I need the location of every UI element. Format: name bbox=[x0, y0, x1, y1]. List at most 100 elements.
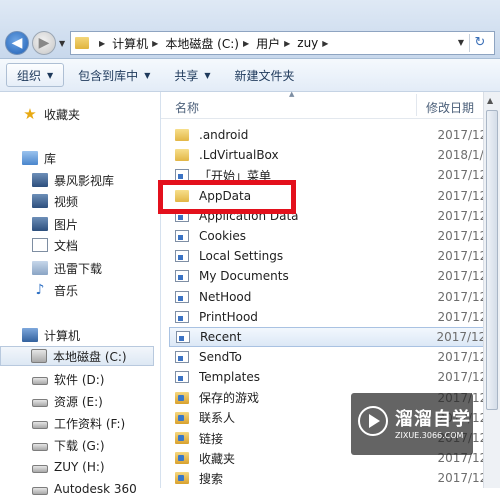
computer-icon bbox=[22, 328, 38, 342]
scrollbar-thumb[interactable] bbox=[486, 110, 498, 410]
file-row[interactable]: SendTo 2017/12/1 bbox=[169, 347, 499, 367]
forward-arrow-icon: ▶ bbox=[38, 35, 50, 51]
nav-label: 视频 bbox=[54, 194, 79, 209]
play-logo-icon bbox=[358, 406, 388, 436]
vertical-scrollbar[interactable]: ▲ bbox=[483, 92, 500, 488]
nav-label: 迅雷下载 bbox=[54, 261, 103, 276]
file-row[interactable]: .android 2017/12/1 bbox=[169, 125, 499, 145]
file-row[interactable]: Templates 2017/12/1 bbox=[169, 367, 499, 387]
shortcut-folder-icon bbox=[175, 250, 189, 263]
file-name: .android bbox=[199, 128, 249, 142]
nav-label: 音乐 bbox=[54, 283, 79, 298]
nav-libraries[interactable]: 库 bbox=[0, 148, 182, 168]
file-name: .LdVirtualBox bbox=[199, 148, 279, 163]
star-icon: ★ bbox=[23, 105, 37, 123]
new-folder-button[interactable]: 新建文件夹 bbox=[225, 63, 305, 87]
chevron-down-icon: ▼ bbox=[204, 70, 211, 80]
shortcut-folder-icon bbox=[175, 351, 189, 364]
contacts-icon bbox=[175, 411, 189, 424]
drive-icon bbox=[32, 465, 48, 473]
breadcrumb-users[interactable]: 用户 bbox=[256, 35, 280, 52]
path-box[interactable]: ▶ 计算机 ▶ 本地磁盘 (C:) ▶ 用户 ▶ zuy ▶ ▼ ↻ bbox=[70, 31, 495, 55]
organize-label: 组织 bbox=[17, 68, 42, 83]
chevron-right-icon[interactable]: ▶ bbox=[243, 39, 249, 48]
shortcut-folder-icon bbox=[175, 230, 189, 242]
shortcut-folder-icon bbox=[175, 290, 189, 303]
chevron-down-icon: ▼ bbox=[144, 70, 151, 80]
organize-button[interactable]: 组织 ▼ bbox=[6, 63, 65, 87]
share-button[interactable]: 共享 ▼ bbox=[164, 63, 220, 87]
breadcrumb-user[interactable]: zuy bbox=[297, 36, 318, 50]
file-row[interactable]: PrintHood 2017/12/1 bbox=[169, 307, 499, 327]
column-divider[interactable] bbox=[416, 94, 417, 116]
drive-icon bbox=[32, 399, 48, 407]
media-library-icon bbox=[32, 173, 48, 187]
document-icon bbox=[32, 238, 48, 252]
recent-pages-dropdown-icon[interactable]: ▼ bbox=[59, 39, 67, 48]
nav-label: 软件 (D:) bbox=[54, 372, 105, 387]
nav-label: 下载 (G:) bbox=[54, 438, 105, 453]
file-row[interactable]: Cookies 2017/12/1 bbox=[169, 226, 499, 246]
nav-label: Autodesk 360 bbox=[54, 482, 137, 496]
file-name: 搜索 bbox=[199, 471, 224, 486]
nav-label: 暴风影视库 bbox=[54, 173, 115, 188]
sort-ascending-icon: ▲ bbox=[289, 90, 295, 98]
chevron-down-icon: ▼ bbox=[47, 70, 54, 80]
breadcrumb-local-disk[interactable]: 本地磁盘 (C:) bbox=[165, 35, 239, 52]
watermark-title: 溜溜自学 bbox=[395, 409, 471, 430]
library-icon bbox=[22, 151, 38, 165]
chevron-right-icon[interactable]: ▶ bbox=[284, 39, 290, 48]
refresh-icon[interactable]: ↻ bbox=[469, 34, 490, 52]
column-date-modified[interactable]: 修改日期 bbox=[426, 99, 474, 116]
watermark: 溜溜自学 ZIXUE.3066.COM bbox=[351, 393, 473, 455]
file-row[interactable]: Local Settings 2017/12/1 bbox=[169, 246, 499, 266]
file-name: My Documents bbox=[199, 269, 289, 284]
column-name[interactable]: 名称 bbox=[175, 99, 199, 116]
include-in-library-button[interactable]: 包含到库中 ▼ bbox=[68, 63, 160, 87]
folder-icon bbox=[175, 129, 189, 141]
file-name: Recent bbox=[200, 330, 242, 344]
shortcut-folder-icon bbox=[175, 371, 189, 384]
scroll-up-icon[interactable]: ▲ bbox=[487, 96, 493, 105]
breadcrumb: ▶ 计算机 ▶ 本地磁盘 (C:) ▶ 用户 ▶ zuy ▶ bbox=[75, 32, 335, 54]
navigation-pane: ★ 收藏夹 库 暴风影视库 视频 图片 文档 迅雷下载 ♪ 音乐 计算机 本地磁… bbox=[0, 92, 161, 496]
nav-label: 工作资料 (F:) bbox=[54, 416, 126, 431]
file-name: Local Settings bbox=[199, 249, 284, 264]
nav-favorites[interactable]: ★ 收藏夹 bbox=[0, 104, 182, 124]
file-name: Cookies bbox=[199, 229, 246, 243]
address-bar: ◀ ▶ ▼ ▶ 计算机 ▶ 本地磁盘 (C:) ▶ 用户 ▶ zuy ▶ ▼ ↻ bbox=[0, 0, 500, 59]
drive-icon bbox=[32, 421, 48, 429]
pictures-icon bbox=[32, 217, 48, 231]
chevron-right-icon[interactable]: ▶ bbox=[99, 39, 105, 48]
path-dropdown-icon[interactable]: ▼ bbox=[458, 38, 464, 47]
forward-button[interactable]: ▶ bbox=[32, 31, 56, 55]
nav-label: 计算机 bbox=[44, 328, 81, 343]
watermark-url: ZIXUE.3066.COM bbox=[395, 431, 464, 440]
nav-label: 文档 bbox=[54, 238, 79, 253]
file-row[interactable]: Recent 2017/12/1 bbox=[169, 327, 499, 347]
file-row[interactable]: .LdVirtualBox 2018/1/17 bbox=[169, 145, 499, 165]
nav-computer[interactable]: 计算机 bbox=[0, 325, 182, 345]
file-row[interactable]: NetHood 2017/12/1 bbox=[169, 287, 499, 307]
chevron-right-icon[interactable]: ▶ bbox=[322, 39, 328, 48]
chevron-right-icon[interactable]: ▶ bbox=[152, 39, 158, 48]
drive-icon bbox=[32, 443, 48, 451]
nav-label: ZUY (H:) bbox=[54, 460, 105, 474]
links-icon bbox=[175, 432, 189, 444]
nav-label: 本地磁盘 (C:) bbox=[53, 349, 127, 364]
nav-drive-c[interactable]: 本地磁盘 (C:) bbox=[0, 346, 154, 366]
file-name: Templates bbox=[199, 370, 261, 385]
file-row[interactable]: My Documents 2017/12/1 bbox=[169, 266, 499, 286]
shortcut-folder-icon bbox=[175, 270, 189, 283]
back-button[interactable]: ◀ bbox=[5, 31, 29, 55]
include-in-library-label: 包含到库中 bbox=[78, 68, 139, 83]
column-header: ▲ 名称 修改日期 bbox=[161, 90, 500, 119]
shortcut-folder-icon bbox=[176, 331, 190, 343]
nav-label: 资源 (E:) bbox=[54, 394, 103, 409]
drive-icon bbox=[32, 487, 48, 495]
folder-icon bbox=[75, 37, 89, 49]
back-arrow-icon: ◀ bbox=[11, 35, 23, 51]
folder-icon bbox=[175, 149, 189, 162]
breadcrumb-computer[interactable]: 计算机 bbox=[112, 35, 148, 52]
file-row[interactable]: 搜索 2017/12/1 bbox=[169, 468, 499, 488]
